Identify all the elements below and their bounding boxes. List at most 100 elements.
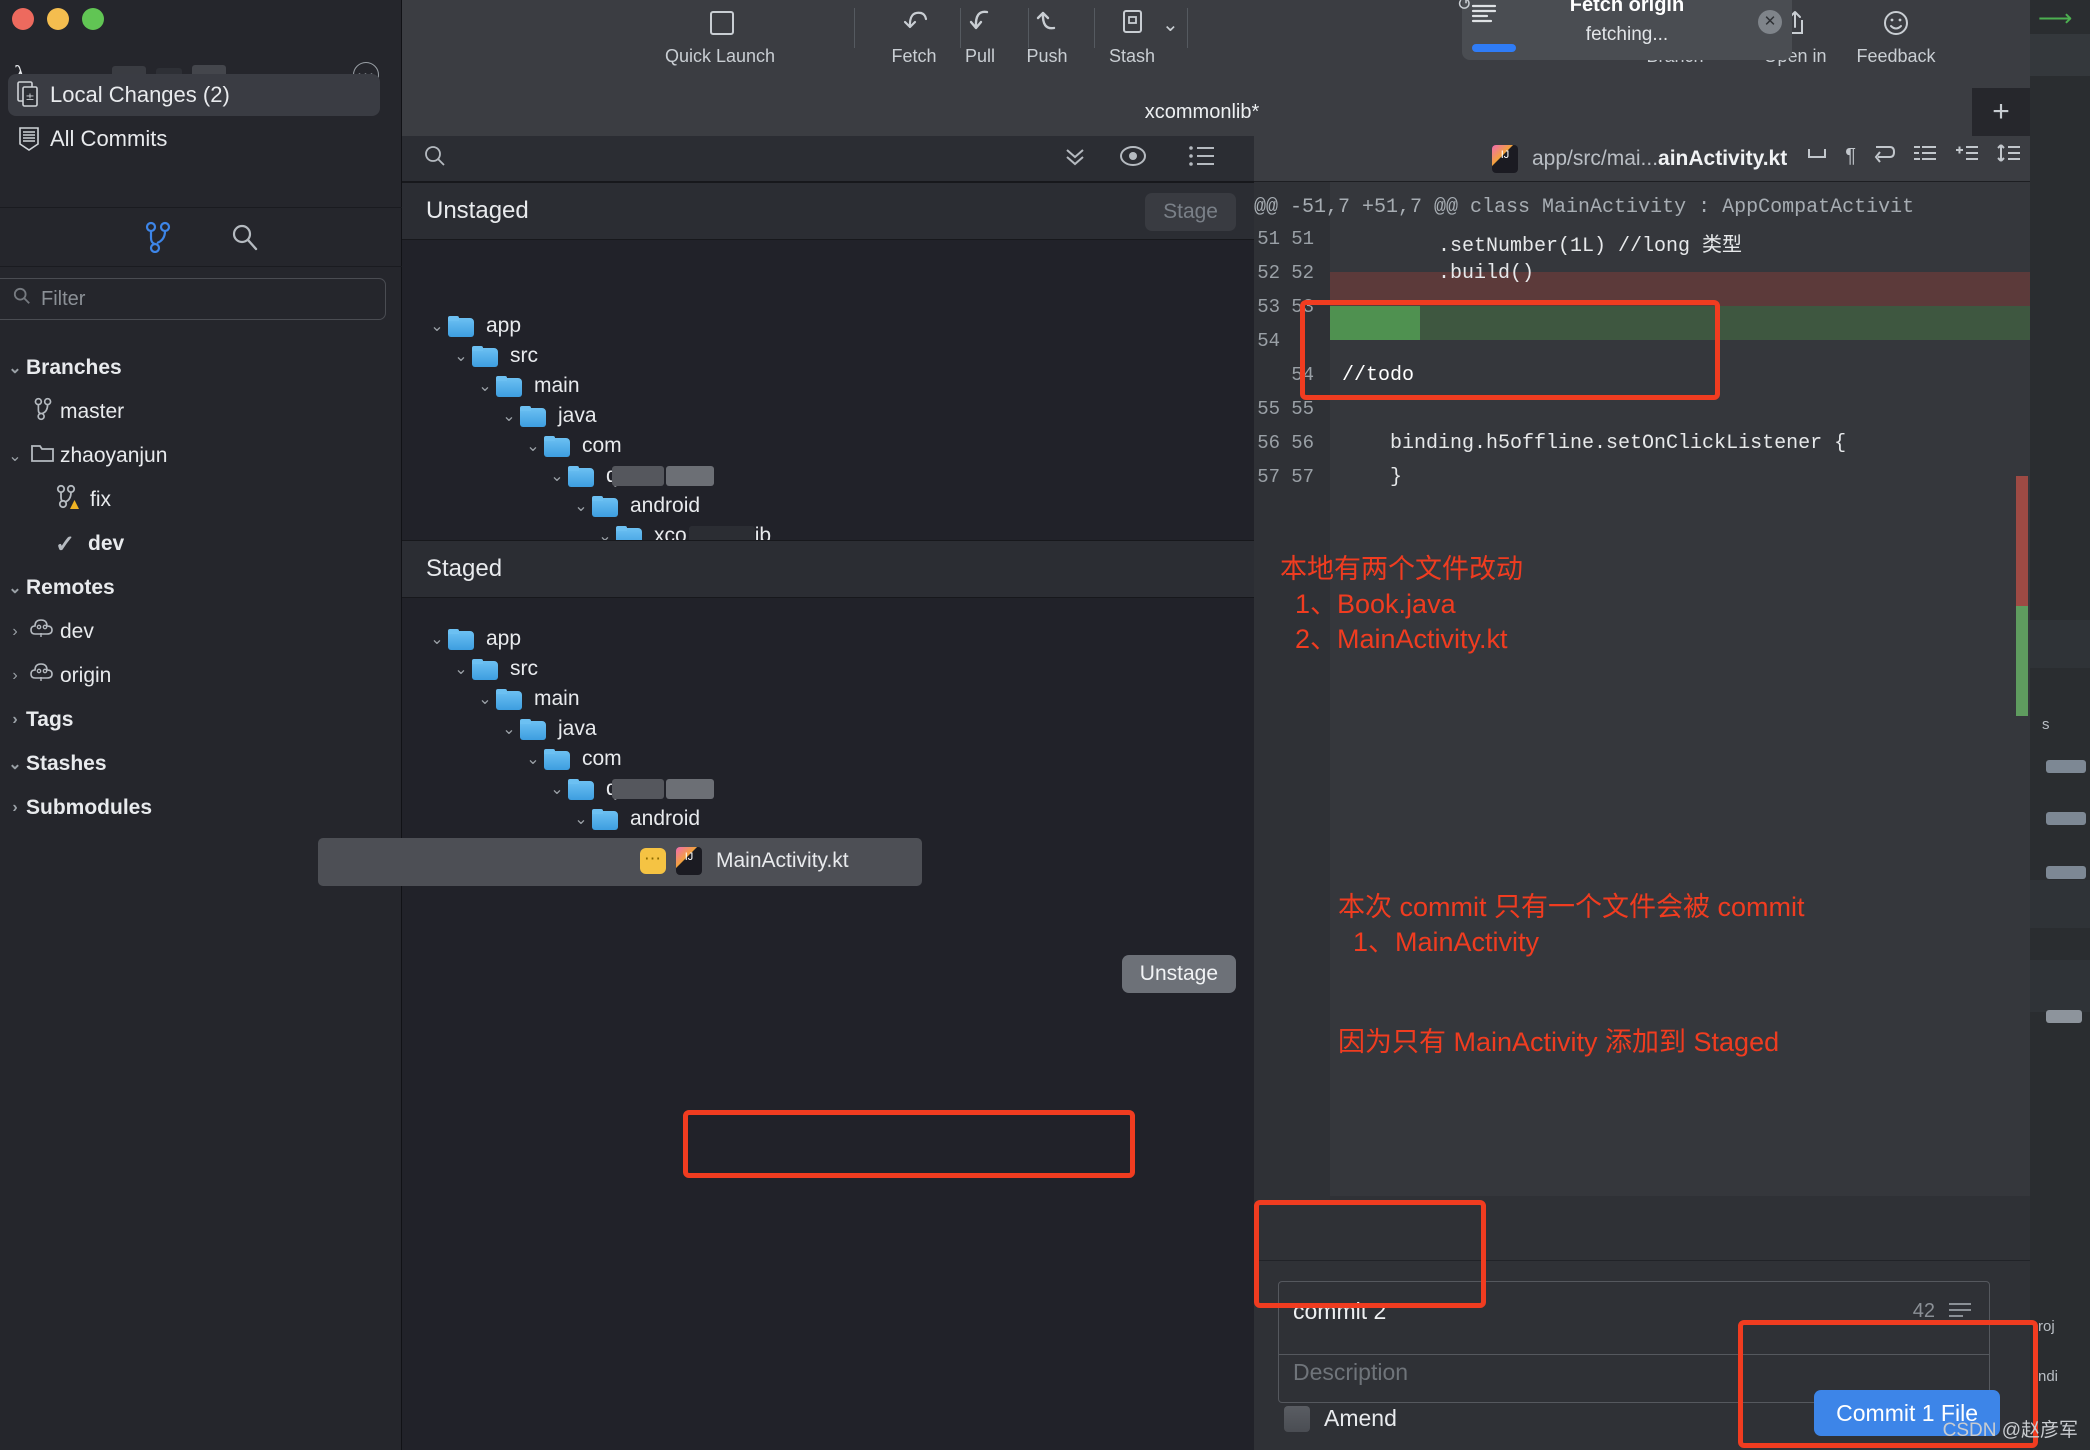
redaction-bar <box>666 466 714 486</box>
quick-launch-button[interactable]: Quick Launch <box>660 2 780 67</box>
redaction-bar <box>666 779 714 799</box>
sidebar-remote-origin-label: origin <box>60 664 111 688</box>
tree-group-branches[interactable]: ⌄ Branches <box>0 346 402 390</box>
pilcrow-icon[interactable]: ¶ <box>1845 145 1856 168</box>
diff-new-line-number: 56 <box>1280 432 1314 454</box>
fetch-toast-title: Fetch origin <box>1462 0 1792 17</box>
diff-minimap-removed-marker[interactable] <box>2016 476 2028 606</box>
chevron-down-icon: ⌄ <box>4 578 26 598</box>
fetch-toast-close-icon[interactable]: ✕ <box>1758 10 1782 34</box>
diff-old-line-number: 52 <box>1246 262 1280 284</box>
amend-label: Amend <box>1324 1405 1397 1432</box>
diff-code-line: .setNumber(1L) //long 类型 <box>1342 228 1742 258</box>
tree-group-submodules[interactable]: › Submodules <box>0 786 402 830</box>
sidebar-branch-master-label: master <box>60 400 124 424</box>
changed-files-icon: ± <box>8 81 50 109</box>
stage-button[interactable]: Stage <box>1145 193 1236 231</box>
chevron-right-icon: › <box>4 667 26 685</box>
search-tab[interactable] <box>230 222 258 257</box>
zoom-window-button[interactable] <box>82 8 104 30</box>
annotation-commit-only-one: 本次 commit 只有一个文件会被 commit 1、MainActivity <box>1338 890 1805 960</box>
bg-pill-2 <box>2046 866 2086 879</box>
folder-open-icon <box>26 442 60 470</box>
close-window-button[interactable] <box>12 8 34 30</box>
minimize-window-button[interactable] <box>47 8 69 30</box>
staged-header: Staged Unstage <box>402 540 1254 598</box>
bg-pill-0 <box>2046 760 2086 773</box>
tree-group-stashes[interactable]: ⌄ Stashes <box>0 742 402 786</box>
diff-tool-icons: ¶ <box>1805 142 2022 170</box>
new-tab-button[interactable]: + <box>1972 88 2030 136</box>
chevron-down-icon: ⌄ <box>450 659 472 679</box>
expand-icon[interactable] <box>1954 142 1980 170</box>
sidebar-item-local-changes[interactable]: ± Local Changes (2) <box>8 74 380 116</box>
tree-group-tags[interactable]: › Tags <box>0 698 402 742</box>
quick-launch-label: Quick Launch <box>665 46 775 67</box>
sidebar-remote-origin[interactable]: › origin <box>0 654 402 698</box>
branch-filter-input[interactable]: Filter <box>0 278 386 320</box>
stash-dropdown-caret-icon[interactable]: ⌄ <box>1162 12 1179 37</box>
whitespace-icon[interactable] <box>1872 142 1896 170</box>
sidebar-folder-zhaoyanjun[interactable]: ⌄ zhaoyanjun <box>0 434 402 478</box>
redaction-bar <box>612 779 664 799</box>
sidebar-branch-master[interactable]: master <box>0 390 402 434</box>
bg-pill-1 <box>2046 812 2086 825</box>
tree-group-remotes[interactable]: ⌄ Remotes <box>0 566 402 610</box>
push-arrow-icon <box>1030 2 1064 46</box>
kotlin-file-icon <box>676 847 702 875</box>
list-view-icon[interactable] <box>1188 144 1216 173</box>
eye-icon[interactable] <box>1118 144 1148 173</box>
push-button[interactable]: Push <box>1007 2 1087 67</box>
chevron-right-icon: › <box>4 623 26 641</box>
push-label: Push <box>1026 46 1067 67</box>
cloud-branch-icon <box>26 618 60 646</box>
diff-new-line-number: 57 <box>1280 466 1314 488</box>
sidebar: λ ··· ± Local Changes (2) <box>0 0 402 1450</box>
chevron-down-icon: ⌄ <box>522 436 544 456</box>
pull-arrow-icon <box>963 2 997 46</box>
collapse-all-icon[interactable] <box>1062 143 1088 174</box>
sidebar-item-all-commits[interactable]: All Commits <box>8 118 380 160</box>
sidebar-branch-dev-current[interactable]: ✓ dev <box>0 522 402 566</box>
window-traffic-lights[interactable] <box>12 8 104 30</box>
smiley-icon <box>1880 2 1912 46</box>
kotlin-file-icon <box>1492 145 1518 173</box>
wrap-icon[interactable] <box>1805 143 1829 169</box>
bg-pill-3 <box>2046 1010 2082 1023</box>
stash-button[interactable]: Stash <box>1092 2 1172 67</box>
branches-tab[interactable] <box>144 221 172 258</box>
feedback-button[interactable]: Feedback <box>1826 2 1966 67</box>
redaction-bar <box>612 466 664 486</box>
sidebar-item-all-commits-label: All Commits <box>50 126 167 152</box>
check-icon: ✓ <box>48 530 82 559</box>
chevron-down-icon: ⌄ <box>570 809 592 829</box>
chevron-down-icon: ⌄ <box>570 496 592 516</box>
amend-checkbox-row[interactable]: Amend <box>1284 1405 1397 1432</box>
diff-file-path-prefix: app/src/mai... <box>1532 147 1658 170</box>
stash-box-icon <box>1117 2 1147 46</box>
fetch-progress-toast[interactable]: Fetch origin fetching... ✕ <box>1462 0 1792 60</box>
chevron-down-icon: ⌄ <box>4 358 26 378</box>
sidebar-remote-dev-label: dev <box>60 620 94 644</box>
staged-title: Staged <box>426 555 502 583</box>
tab-xcommonlib[interactable]: xcommonlib* <box>402 88 2002 136</box>
redbox-diff-change <box>1300 300 1720 400</box>
sidebar-remote-dev[interactable]: › dev <box>0 610 402 654</box>
diff-old-line-number: 53 <box>1246 296 1280 318</box>
tree-group-submodules-label: Submodules <box>26 796 152 820</box>
collapse-icon[interactable] <box>1912 142 1938 170</box>
feedback-label: Feedback <box>1856 46 1935 67</box>
branch-filter-placeholder: Filter <box>41 288 85 311</box>
unstage-button[interactable]: Unstage <box>1122 955 1236 993</box>
context-icon[interactable] <box>1996 142 2022 170</box>
staged-file-mainactivity-kt[interactable]: ⋯ MainActivity.kt <box>618 839 849 883</box>
filter-search-icon <box>13 287 31 311</box>
tab-xcommonlib-label: xcommonlib* <box>1145 101 1259 124</box>
diff-new-line-number: 55 <box>1280 398 1314 420</box>
changes-search-icon[interactable] <box>424 145 446 172</box>
diff-minimap-added-marker[interactable] <box>2016 606 2028 716</box>
amend-checkbox[interactable] <box>1284 1406 1310 1432</box>
repository-tab-strip: xcommonlib* + <box>402 88 2030 136</box>
diff-old-line-number: 56 <box>1246 432 1280 454</box>
sidebar-branch-fix[interactable]: fix <box>0 478 402 522</box>
